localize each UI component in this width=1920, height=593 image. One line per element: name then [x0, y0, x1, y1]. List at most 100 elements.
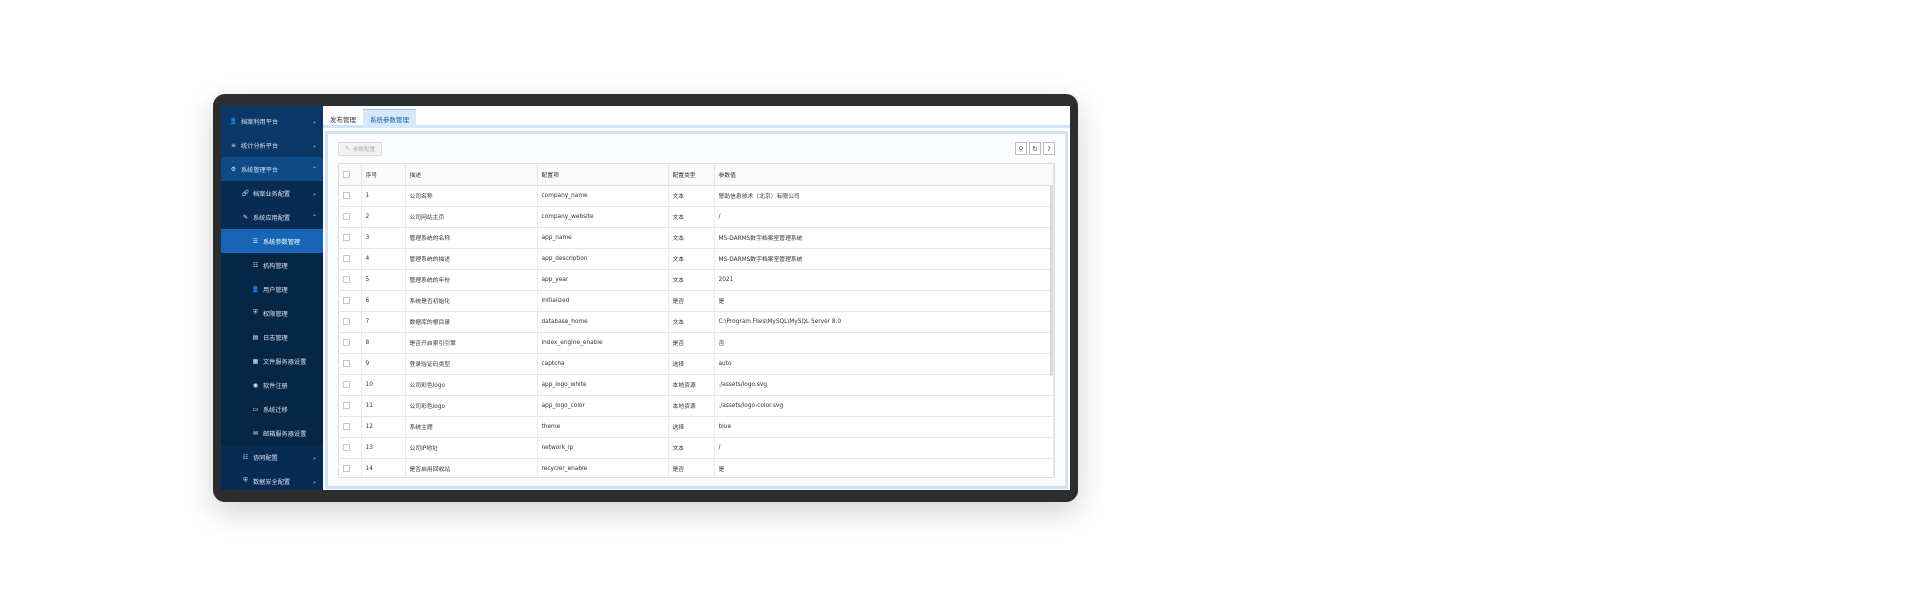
cell-index: 3	[361, 227, 406, 249]
sidebar-item-1[interactable]: ≡ 统计分析平台 ⌄	[221, 133, 323, 157]
row-select-cell[interactable]	[339, 248, 362, 270]
row-checkbox[interactable]	[343, 255, 350, 262]
refresh-icon[interactable]: ↻	[1029, 142, 1041, 155]
row-select-cell[interactable]	[339, 290, 362, 312]
sidebar-item-14[interactable]: ☷ 协同配置 ⌄	[221, 445, 323, 469]
row-select-cell[interactable]	[339, 227, 362, 249]
table-row[interactable]: 7 数据库的根目录 database_home 文本 C:\Program Files\…	[339, 311, 1054, 333]
chevron-down-icon: ⌄	[311, 117, 317, 125]
sidebar-item-5[interactable]: ☰ 系统参数管理	[221, 229, 323, 253]
sliders-icon: ☰	[252, 237, 259, 245]
table-row[interactable]: 3 管理系统的名称 app_name 文本 MS-DARMS数字档案室管理系统	[339, 227, 1054, 249]
cell-type: 文本	[668, 206, 715, 228]
row-checkbox[interactable]	[343, 381, 350, 388]
sidebar-item-13[interactable]: ✉ 邮箱服务器设置	[221, 421, 323, 445]
row-select-cell[interactable]	[339, 311, 362, 333]
sidebar-item-10[interactable]: ▦ 文件服务器设置	[221, 349, 323, 373]
table-row[interactable]: 6 系统是否初始化 initialized 是否是	[339, 290, 1054, 312]
sidebar-item-15[interactable]: ⛨ 数据安全配置 ⌄	[221, 469, 323, 490]
chevron-up-icon: ⌃	[311, 213, 317, 221]
table-toolbar: ✎ 参数配置 ⚲ ↻ ?	[338, 142, 1055, 156]
config-button[interactable]: ✎ 参数配置	[338, 142, 383, 156]
row-select-cell[interactable]	[339, 332, 362, 354]
sidebar-item-label: 文件服务器设置	[263, 358, 307, 366]
search-icon[interactable]: ⚲	[1015, 142, 1027, 155]
tab-1[interactable]: 系统参数管理	[363, 109, 416, 128]
table-row[interactable]: 11 公司彩色logo app_logo_color 本地资源 ./assets/log…	[339, 395, 1054, 417]
sidebar-item-7[interactable]: 👤 用户管理	[221, 277, 323, 301]
cell-index: 10	[361, 374, 406, 396]
cell-key: app_logo_color	[537, 395, 669, 417]
row-select-cell[interactable]	[339, 269, 362, 291]
col-header-description[interactable]: 描述	[405, 164, 538, 186]
row-checkbox[interactable]	[343, 276, 350, 283]
col-header-index[interactable]: 序号	[361, 164, 406, 186]
sidebar-item-9[interactable]: ▤ 日志管理	[221, 325, 323, 349]
row-checkbox[interactable]	[343, 318, 350, 325]
sidebar-item-12[interactable]: ▭ 系统迁移	[221, 397, 323, 421]
row-checkbox[interactable]	[343, 465, 350, 472]
row-checkbox[interactable]	[343, 360, 350, 367]
globe-icon: ◉	[252, 381, 259, 389]
help-icon[interactable]: ?	[1043, 142, 1055, 155]
col-header-value[interactable]: 参数值	[714, 164, 1054, 186]
link-icon: 🔗	[241, 189, 250, 197]
row-select-cell[interactable]	[339, 206, 362, 228]
select-all-checkbox[interactable]	[343, 170, 350, 178]
row-select-cell[interactable]	[339, 437, 362, 459]
row-select-cell[interactable]	[339, 416, 362, 438]
sidebar-item-2[interactable]: ⚙ 系统管理平台 ⌃	[221, 157, 323, 181]
col-header-type[interactable]: 配置类型	[668, 164, 715, 186]
cell-value: /	[714, 437, 1054, 459]
sidebar-item-6[interactable]: ☷ 机构管理	[221, 253, 323, 277]
row-checkbox[interactable]	[343, 213, 350, 220]
row-checkbox[interactable]	[343, 423, 350, 430]
table-row[interactable]: 12 系统主题 theme 选择 blue	[339, 416, 1054, 438]
table-row[interactable]: 10 公司彩色logo app_logo_white 本地资源 ./assets/log…	[339, 374, 1054, 396]
sidebar-item-11[interactable]: ◉ 软件注册	[221, 373, 323, 397]
table-row[interactable]: 5 管理系统的年份 app_year 文本 2021	[339, 269, 1054, 291]
table-row[interactable]: 8 是否开启索引引擎 index_engine_enable 是否否	[339, 332, 1054, 354]
sidebar-item-3[interactable]: 🔗 档案业务配置 ⌄	[221, 181, 323, 205]
sidebar-item-label: 档案业务配置	[253, 190, 291, 198]
cell-description: 系统是否初始化	[405, 290, 538, 312]
row-checkbox[interactable]	[343, 297, 350, 304]
row-checkbox[interactable]	[343, 339, 350, 346]
cell-value: 是	[714, 290, 1054, 312]
select-all-cell[interactable]	[339, 164, 362, 186]
table-row[interactable]: 2 公司网站主页 company_website 文本 /	[339, 206, 1054, 228]
row-select-cell[interactable]	[339, 374, 362, 396]
row-select-cell[interactable]	[339, 185, 362, 207]
row-checkbox[interactable]	[343, 444, 350, 451]
cell-key: network_ip	[537, 437, 669, 459]
sidebar-item-8[interactable]: ⛨ 权限管理	[221, 301, 323, 325]
row-checkbox[interactable]	[343, 234, 350, 241]
row-select-cell[interactable]	[339, 395, 362, 417]
chart-icon: ≡	[230, 141, 237, 149]
col-header-key[interactable]: 配置项	[537, 164, 669, 186]
cell-type: 选择	[668, 416, 715, 438]
row-checkbox[interactable]	[343, 402, 350, 409]
cell-type: 文本	[668, 248, 715, 270]
row-select-cell[interactable]	[339, 353, 362, 375]
row-select-cell[interactable]	[339, 458, 362, 477]
cell-index: 6	[361, 290, 406, 312]
table-row[interactable]: 13 公司IP地址 network_ip 文本 /	[339, 437, 1054, 459]
table-row[interactable]: 1 公司名称 company_name 文本 警助信息技术（北京）有限公司	[339, 185, 1054, 207]
sidebar-item-label: 权限管理	[263, 310, 288, 318]
tab-0[interactable]: 发布管理	[323, 109, 363, 128]
cell-index: 14	[361, 458, 406, 477]
row-checkbox[interactable]	[343, 192, 350, 199]
cell-value: C:\Program Files\MySQL\MySQL Server 8.0	[714, 311, 1054, 333]
table-scrollbar[interactable]	[1050, 186, 1053, 376]
file-icon: ▤	[252, 333, 259, 341]
sidebar-item-4[interactable]: ✎ 系统应用配置 ⌃	[221, 205, 323, 229]
table-row[interactable]: 4 管理系统的描述 app_description 文本 MS-DARMS数字档案室管理…	[339, 248, 1054, 270]
sidebar-item-0[interactable]: 👤 档案利用平台 ⌄	[221, 109, 323, 133]
table-row[interactable]: 9 登录验证码类型 captcha 选择 auto	[339, 353, 1054, 375]
cell-description: 登录验证码类型	[405, 353, 538, 375]
chevron-down-icon: ⌄	[311, 453, 317, 461]
table-row[interactable]: 14 是否启用回收站 recycler_enable 是否是	[339, 458, 1054, 477]
config-button-label: 参数配置	[352, 147, 376, 153]
cell-type: 文本	[668, 227, 715, 249]
